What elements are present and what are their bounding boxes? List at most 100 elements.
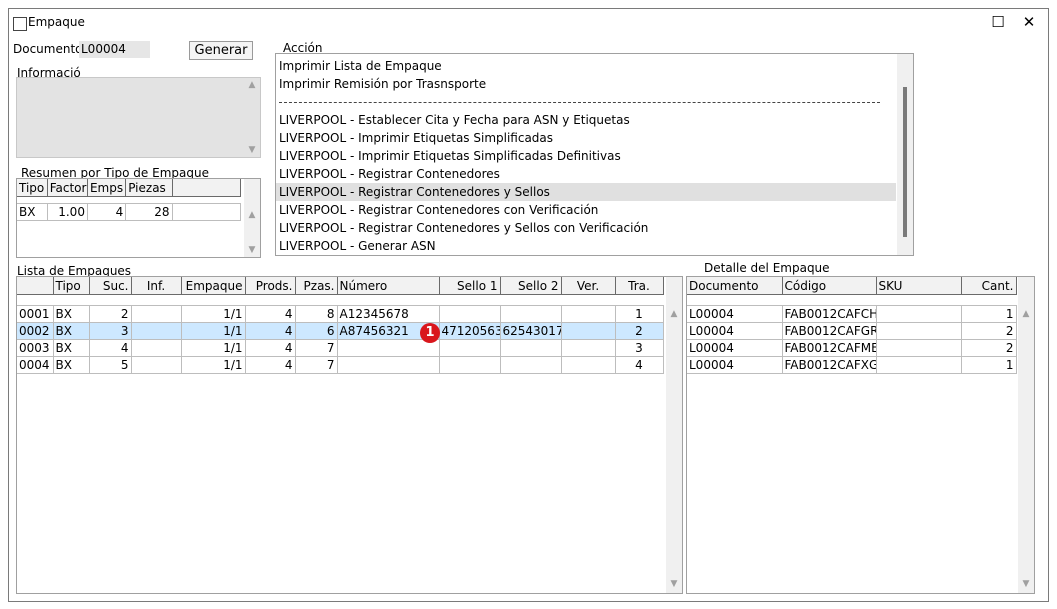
accion-item[interactable]: Imprimir Remisión por Trasnsporte <box>276 75 896 93</box>
column-header[interactable]: Tipo <box>53 277 90 295</box>
accion-item[interactable]: LIVERPOOL - Imprimir Etiquetas Simplific… <box>276 129 896 147</box>
column-header[interactable]: Suc. <box>89 277 132 295</box>
cell-tipo: BX <box>17 203 48 221</box>
column-header[interactable]: Tipo <box>17 179 48 197</box>
accion-item[interactable]: LIVERPOOL - Registrar Contenedores <box>276 165 896 183</box>
cell-empaque: 1/1 <box>181 322 246 340</box>
accion-item[interactable]: Imprimir Lista de Empaque <box>276 57 896 75</box>
cell-codigo: FAB0012CAFCHI <box>782 305 877 323</box>
scroll-down-icon[interactable]: ▼ <box>244 143 260 157</box>
cell-sello1 <box>439 339 501 357</box>
cell-empaque: 1/1 <box>181 356 246 374</box>
scroll-up-icon[interactable]: ▲ <box>1018 307 1034 321</box>
cell-piezas: 28 <box>125 203 173 221</box>
table-row[interactable]: 0004 BX 5 1/1 4 7 4 <box>17 356 664 374</box>
table-row[interactable]: L00004FAB0012CAFMED 2 <box>687 339 1017 357</box>
generar-button[interactable]: Generar <box>189 41 253 60</box>
cell-inf <box>131 322 182 340</box>
cell-suc: 4 <box>89 339 132 357</box>
cell-ver <box>561 305 616 323</box>
cell-sku <box>876 322 962 340</box>
cell-sello1: 47120563 <box>439 322 501 340</box>
column-header[interactable]: Código <box>782 277 877 295</box>
column-header[interactable]: Cant. <box>961 277 1017 295</box>
close-icon[interactable]: ✕ <box>1021 14 1037 30</box>
accion-item[interactable]: LIVERPOOL - Generar ASN <box>276 237 896 255</box>
scroll-up-icon[interactable]: ▲ <box>666 307 682 321</box>
column-header[interactable]: Sello 1 <box>439 277 501 295</box>
cell-prods: 4 <box>245 339 296 357</box>
cell-ver <box>561 356 616 374</box>
accion-item[interactable]: LIVERPOOL - Registrar Contenedores y Sel… <box>276 183 896 201</box>
column-header[interactable]: Sello 2 <box>500 277 562 295</box>
column-header[interactable]: Tra. <box>615 277 664 295</box>
cell-numero <box>337 339 440 357</box>
cell-cant: 1 <box>961 305 1017 323</box>
table-row[interactable]: L00004 FAB0012CAFCHI 1 <box>687 305 1017 323</box>
informacion-textarea[interactable]: ▲ ▼ <box>16 77 261 158</box>
cell-sku <box>876 339 962 357</box>
cell-tipo: BX <box>53 322 90 340</box>
column-header <box>172 179 241 197</box>
cell-pzas: 7 <box>295 356 338 374</box>
informacion-scrollbar[interactable]: ▲ ▼ <box>244 78 260 157</box>
column-header[interactable]: Empaque <box>181 277 246 295</box>
cell-tra: 4 <box>615 356 664 374</box>
cell-pzas: 8 <box>295 305 338 323</box>
cell-codigo: FAB0012CAFGRA <box>782 322 877 340</box>
scroll-thumb[interactable] <box>903 87 907 237</box>
table-row[interactable]: L00004 FAB0012CAFGRA 2 <box>687 322 1017 340</box>
cell-inf <box>131 356 182 374</box>
cell-codigo: FAB0012CAFXGR <box>782 356 877 374</box>
column-header[interactable]: Documento <box>687 277 783 295</box>
scroll-down-icon[interactable]: ▼ <box>1018 577 1034 591</box>
accion-item[interactable]: LIVERPOOL - Imprimir Etiquetas Simplific… <box>276 147 896 165</box>
accion-scrollbar[interactable] <box>897 54 913 255</box>
cell-tra: 1 <box>615 305 664 323</box>
cell-tra: 2 <box>615 322 664 340</box>
table-row[interactable]: 0001 BX 2 1/1 4 8 A12345678 1 <box>17 305 664 323</box>
table-row[interactable]: 0002 BX 3 1/1 4 6 A87456321 47120563 62543017 2 <box>17 322 664 340</box>
accion-item[interactable]: LIVERPOOL - Establecer Cita y Fecha para… <box>276 111 896 129</box>
detalle-scrollbar[interactable]: ▲ ▼ <box>1018 277 1034 593</box>
cell-sello1 <box>439 305 501 323</box>
resumen-scrollbar[interactable]: ▲ ▼ <box>244 179 260 257</box>
table-row[interactable]: 0003 BX 4 1/1 4 7 3 <box>17 339 664 357</box>
column-header[interactable]: SKU <box>876 277 962 295</box>
cell-inf <box>131 305 182 323</box>
detalle-grid: Documento Código SKU Cant. L00004 FAB0012… <box>686 276 1035 594</box>
cell-suc: 2 <box>89 305 132 323</box>
cell-sello1 <box>439 356 501 374</box>
column-header[interactable]: Piezas <box>125 179 173 197</box>
step-badge: 1 <box>420 323 440 343</box>
scroll-down-icon[interactable]: ▼ <box>666 577 682 591</box>
maximize-icon[interactable]: ☐ <box>990 14 1006 30</box>
cell-inf <box>131 339 182 357</box>
column-header[interactable]: Factor <box>47 179 88 197</box>
accion-list[interactable]: Imprimir Lista de Empaque Imprimir Remisi… <box>275 53 914 256</box>
column-header[interactable]: Inf. <box>131 277 182 295</box>
accion-item[interactable]: LIVERPOOL - Registrar Contenedores con V… <box>276 201 896 219</box>
cell-numero <box>337 356 440 374</box>
table-row[interactable]: BX 1.00 4 28 <box>17 203 241 221</box>
cell-documento: L00004 <box>687 339 783 357</box>
lista-scrollbar[interactable]: ▲ ▼ <box>666 277 682 593</box>
cell-cant: 2 <box>961 339 1017 357</box>
scroll-up-icon[interactable]: ▲ <box>244 208 260 222</box>
cell-sello2: 62543017 <box>500 322 562 340</box>
table-row[interactable]: L00004FAB0012CAFXGR 1 <box>687 356 1017 374</box>
column-header[interactable]: Pzas. <box>295 277 338 295</box>
documento-field[interactable]: L00004 <box>79 41 150 58</box>
cell-id: 0002 <box>17 322 54 340</box>
cell-documento: L00004 <box>687 305 783 323</box>
scroll-down-icon[interactable]: ▼ <box>244 243 260 257</box>
column-header[interactable]: Número <box>337 277 440 295</box>
scroll-up-icon[interactable]: ▲ <box>244 78 260 92</box>
list-separator <box>276 93 896 111</box>
column-header[interactable]: Prods. <box>245 277 296 295</box>
accion-item[interactable]: LIVERPOOL - Registrar Contenedores y Sel… <box>276 219 896 237</box>
window-icon <box>13 17 27 31</box>
column-header[interactable]: Emps <box>87 179 127 197</box>
column-header[interactable]: Ver. <box>561 277 616 295</box>
cell-ver <box>561 339 616 357</box>
